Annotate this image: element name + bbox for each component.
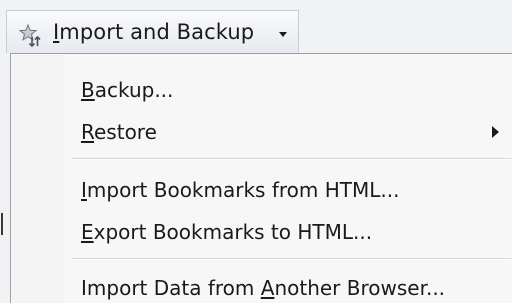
import-and-backup-button[interactable]: Import and Backup bbox=[6, 10, 299, 53]
menu-separator bbox=[71, 258, 511, 260]
menu-item-label: Export Bookmarks to HTML... bbox=[81, 220, 373, 244]
star-arrow-icon bbox=[18, 23, 43, 48]
menu-item-import-data-another-browser[interactable]: Import Data from Another Browser... bbox=[11, 268, 512, 303]
import-and-backup-menu: Backup... Restore Import Bookmarks from … bbox=[10, 53, 512, 303]
submenu-arrow-icon bbox=[492, 126, 499, 138]
menu-item-label: Restore bbox=[81, 120, 157, 144]
menu-separator bbox=[71, 158, 511, 160]
menu-item-export-bookmarks-html[interactable]: Export Bookmarks to HTML... bbox=[11, 212, 512, 252]
menu-item-label: Import Bookmarks from HTML... bbox=[81, 178, 400, 202]
app-window: Import and Backup Backup... Restore Impo… bbox=[0, 0, 512, 303]
chevron-down-icon bbox=[279, 32, 287, 38]
menu-item-restore[interactable]: Restore bbox=[11, 112, 512, 152]
menu-item-label: Backup... bbox=[81, 78, 174, 102]
import-and-backup-label: Import and Backup bbox=[53, 20, 255, 44]
background-edge-mark bbox=[1, 213, 3, 235]
background-edge bbox=[0, 53, 10, 303]
menu-item-import-bookmarks-html[interactable]: Import Bookmarks from HTML... bbox=[11, 170, 512, 210]
menu-item-backup[interactable]: Backup... bbox=[11, 70, 512, 110]
menu-item-label: Import Data from Another Browser... bbox=[81, 276, 446, 300]
